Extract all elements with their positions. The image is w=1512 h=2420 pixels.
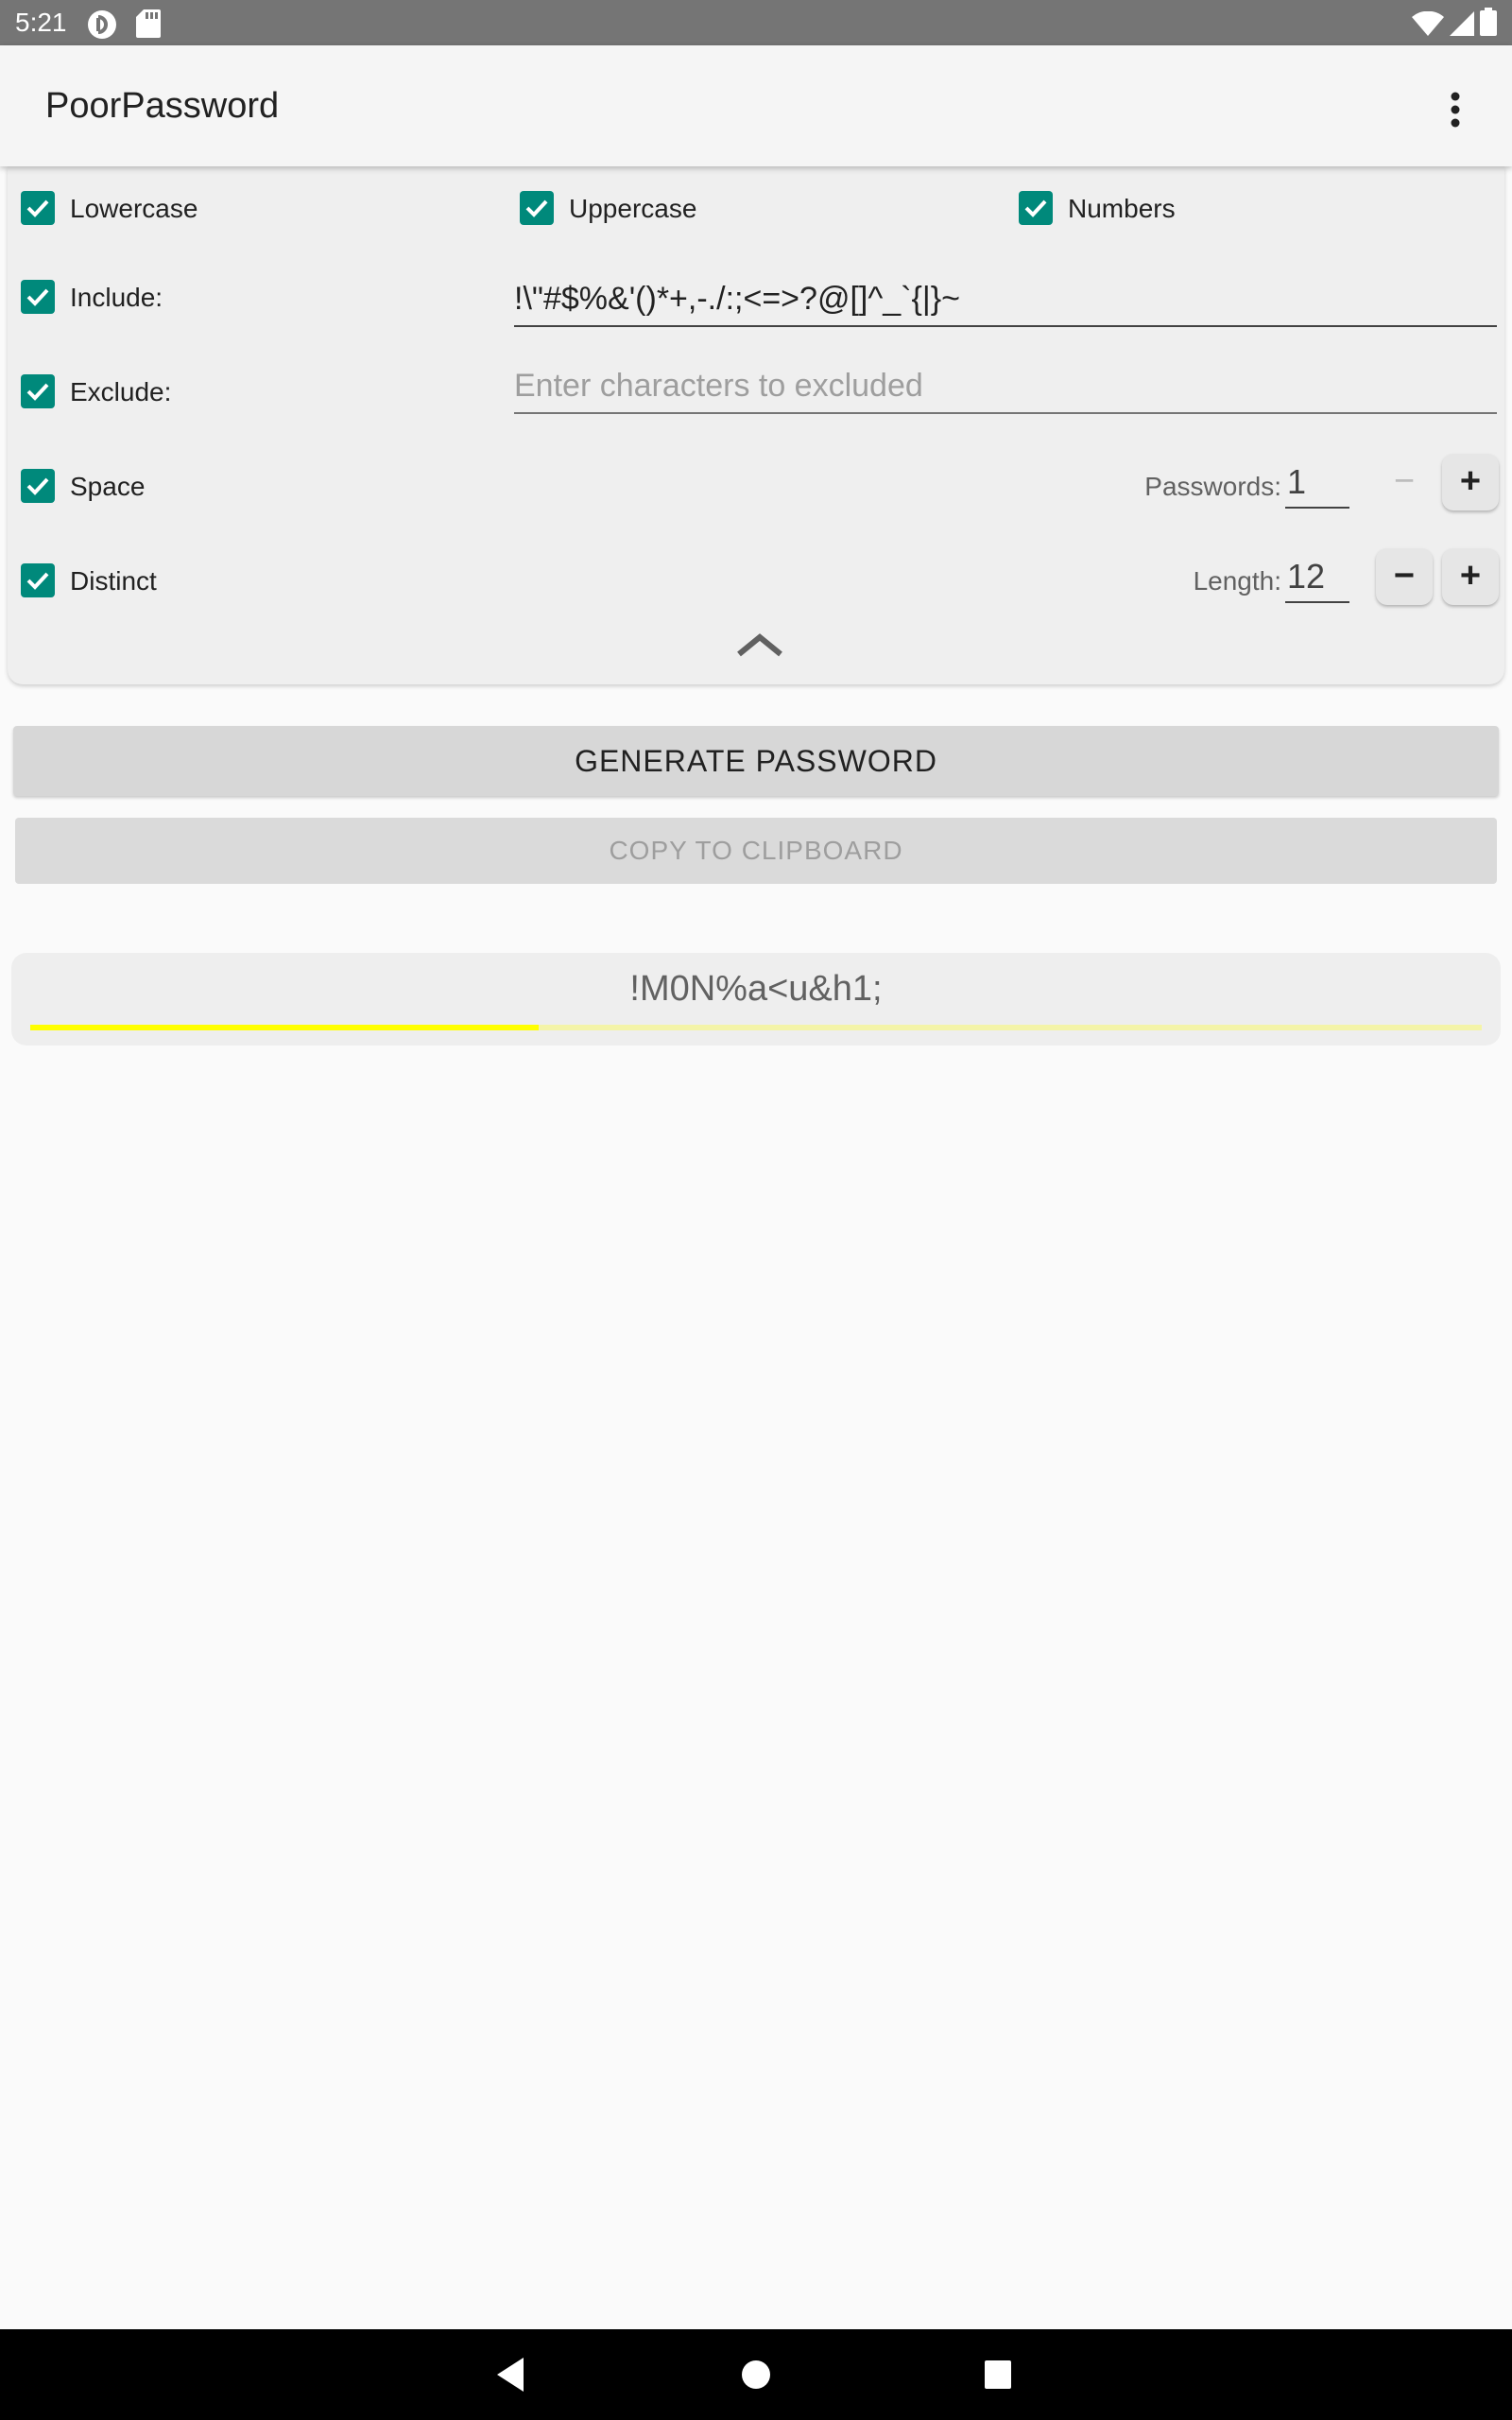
strength-meter-fill <box>30 1025 539 1030</box>
generated-password[interactable]: !M0N%a<u&h1; <box>11 968 1501 1010</box>
distinct-label: Distinct <box>70 566 157 596</box>
numbers-checkbox[interactable] <box>1019 191 1053 225</box>
lowercase-checkbox[interactable] <box>21 191 55 225</box>
exclude-label: Exclude: <box>70 377 172 406</box>
battery-icon <box>1480 8 1497 41</box>
app-title: PoorPassword <box>45 86 280 126</box>
uppercase-option[interactable]: Uppercase <box>520 183 992 236</box>
passwords-increment-button[interactable]: + <box>1442 454 1499 510</box>
pocket-casts-icon <box>87 9 117 44</box>
copy-to-clipboard-button[interactable]: COPY TO CLIPBOARD <box>15 818 1497 884</box>
sd-card-icon <box>136 9 161 43</box>
numbers-option[interactable]: Numbers <box>1019 183 1491 236</box>
include-label: Include: <box>70 283 163 312</box>
exclude-option[interactable]: Exclude: <box>21 367 493 420</box>
exclude-field[interactable]: Enter characters to excluded <box>514 365 1497 414</box>
distinct-option[interactable]: Distinct <box>21 556 493 609</box>
strength-meter <box>30 1025 1482 1030</box>
passwords-count-input[interactable]: 1 <box>1285 461 1349 509</box>
password-result-card: !M0N%a<u&h1; <box>11 953 1501 1046</box>
space-checkbox[interactable] <box>21 469 55 503</box>
include-field[interactable]: !\"#$%&'()*+,-./:;<=>?@[]^_`{|}~ <box>514 278 1497 327</box>
space-option[interactable]: Space <box>21 461 493 514</box>
cell-signal-icon <box>1450 11 1474 41</box>
passwords-decrement-button[interactable]: − <box>1376 454 1433 510</box>
include-checkbox[interactable] <box>21 280 55 314</box>
generate-password-button[interactable]: GENERATE PASSWORD <box>13 726 1499 796</box>
exclude-checkbox[interactable] <box>21 374 55 408</box>
app-bar: PoorPassword <box>0 45 1512 166</box>
lowercase-label: Lowercase <box>70 194 198 223</box>
length-label: Length: <box>1193 566 1281 596</box>
distinct-checkbox[interactable] <box>21 563 55 597</box>
navigation-bar <box>0 2329 1512 2420</box>
status-time: 5:21 <box>15 8 67 37</box>
numbers-label: Numbers <box>1068 194 1176 223</box>
include-option[interactable]: Include: <box>21 272 493 325</box>
chevron-up-icon[interactable] <box>735 631 784 663</box>
space-label: Space <box>70 472 146 501</box>
options-panel: Lowercase Uppercase Numbers Include: !\"… <box>8 166 1504 684</box>
length-increment-button[interactable]: + <box>1442 548 1499 605</box>
length-input[interactable]: 12 <box>1285 556 1349 603</box>
lowercase-option[interactable]: Lowercase <box>21 183 493 236</box>
back-icon[interactable] <box>493 2356 527 2398</box>
uppercase-label: Uppercase <box>569 194 697 223</box>
length-decrement-button[interactable]: − <box>1376 548 1433 605</box>
status-bar: 5:21 <box>0 0 1512 45</box>
recents-icon[interactable] <box>983 2358 1013 2396</box>
passwords-label: Passwords: <box>1144 472 1281 501</box>
wifi-icon <box>1412 10 1444 41</box>
more-vert-icon[interactable] <box>1425 79 1486 140</box>
uppercase-checkbox[interactable] <box>520 191 554 225</box>
home-icon[interactable] <box>741 2356 771 2398</box>
